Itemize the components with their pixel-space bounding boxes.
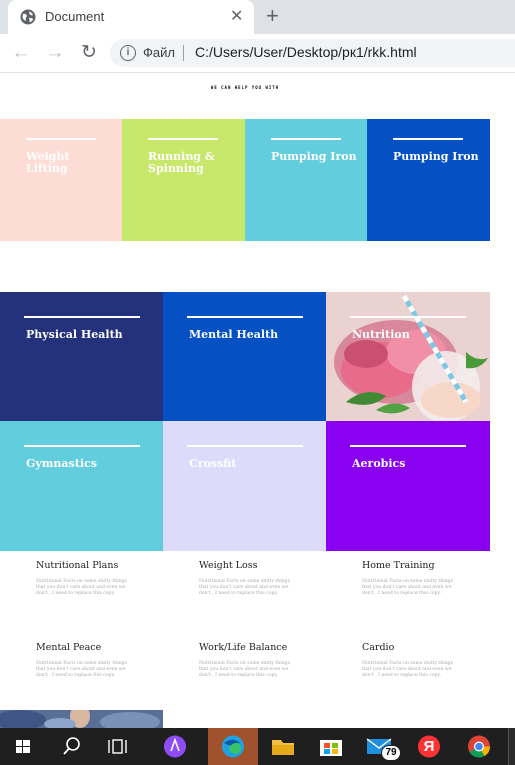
feature-text: Nutritional Facts on some shitty things … — [362, 579, 453, 596]
tile-divider — [393, 138, 463, 140]
grid-tile-physical-health[interactable]: Physical Health — [0, 292, 163, 421]
show-desktop-button[interactable] — [508, 728, 515, 765]
tile-divider — [350, 316, 466, 318]
page-tagline: WE CAN HELP YOU WITH — [210, 85, 280, 90]
address-bar[interactable]: i Файл C:/Users/User/Desktop/рк1/rkk.htm… — [110, 39, 515, 67]
feature-text: Nutritional Facts on some shitty things … — [362, 661, 453, 678]
grid-tile-nutrition[interactable]: Nutrition — [326, 292, 490, 421]
windows-taskbar: 79 Я — [0, 728, 515, 765]
store-icon[interactable] — [308, 728, 354, 765]
nutrition-photo — [326, 292, 490, 421]
address-scheme: Файл — [143, 45, 175, 60]
feature-heading: Mental Peace — [36, 642, 102, 653]
forward-button[interactable]: → — [44, 42, 66, 64]
tab-strip: Document ✕ + — [0, 0, 515, 34]
address-separator — [183, 45, 184, 61]
feature-text: Nutritional Facts on some shitty things … — [36, 661, 127, 678]
tile-label: Pumping Iron — [271, 150, 357, 163]
grid-tile-gymnastics[interactable]: Gymnastics — [0, 421, 163, 551]
new-tab-button[interactable]: + — [266, 5, 279, 27]
yandex-browser-button[interactable]: Я — [406, 728, 452, 765]
grid-tile-mental-health[interactable]: Mental Health — [163, 292, 326, 421]
top-tile-pumping-iron-2[interactable]: Pumping Iron — [367, 119, 490, 241]
chrome-icon[interactable] — [456, 728, 502, 765]
feature-heading: Home Training — [362, 560, 435, 571]
tile-label: Pumping Iron — [393, 150, 479, 163]
tile-divider — [187, 445, 303, 447]
file-explorer-icon[interactable] — [260, 728, 306, 765]
feature-text: Nutritional Facts on some shitty things … — [199, 661, 290, 678]
alice-icon[interactable] — [152, 728, 198, 765]
browser-toolbar: ← → ↻ i Файл C:/Users/User/Desktop/рк1/r… — [0, 34, 515, 73]
tile-divider — [271, 138, 341, 140]
address-url[interactable]: C:/Users/User/Desktop/рк1/rkk.html — [195, 44, 417, 60]
tile-label: Aerobics — [352, 457, 406, 470]
tile-divider — [24, 445, 140, 447]
feature-text: Nutritional Facts on some shitty things … — [36, 579, 127, 596]
back-button[interactable]: ← — [10, 42, 32, 64]
tile-label: Weight Lifting — [26, 150, 70, 175]
edge-icon[interactable] — [208, 728, 258, 765]
windows-start-icon[interactable] — [0, 728, 46, 765]
tab-document[interactable]: Document ✕ — [8, 0, 254, 34]
feature-heading: Nutritional Plans — [36, 560, 119, 571]
feature-heading: Cardio — [362, 642, 395, 653]
tile-divider — [187, 316, 303, 318]
tile-divider — [24, 316, 140, 318]
feature-text: Nutritional Facts on some shitty things … — [199, 579, 290, 596]
mail-button[interactable]: 79 — [356, 728, 402, 765]
bottom-photo — [0, 710, 163, 728]
tile-label: Nutrition — [352, 328, 410, 341]
tile-divider — [26, 138, 96, 140]
tile-divider — [148, 138, 218, 140]
search-icon[interactable] — [48, 728, 94, 765]
mail-badge: 79 — [381, 745, 401, 761]
top-tile-running-spinning[interactable]: Running & Spinning — [122, 119, 245, 241]
tile-label: Mental Health — [189, 328, 279, 341]
tile-divider — [350, 445, 466, 447]
page-content: WE CAN HELP YOU WITH Weight Lifting Runn… — [0, 73, 515, 728]
grid-tile-crossfit[interactable]: Crossfit — [163, 421, 326, 551]
feature-heading: Weight Loss — [199, 560, 258, 571]
grid-tile-aerobics[interactable]: Aerobics — [326, 421, 490, 551]
reload-button[interactable]: ↻ — [78, 42, 100, 64]
globe-icon — [20, 9, 36, 25]
task-view-icon[interactable] — [96, 728, 142, 765]
yandex-glyph: Я — [423, 738, 435, 755]
site-info-icon[interactable]: i — [120, 45, 136, 61]
close-tab-icon[interactable]: ✕ — [230, 7, 243, 27]
top-tile-pumping-iron[interactable]: Pumping Iron — [245, 119, 367, 241]
tile-label: Gymnastics — [26, 457, 97, 470]
feature-heading: Work/Life Balance — [199, 642, 288, 653]
tab-title: Document — [45, 9, 105, 24]
tile-label: Running & Spinning — [148, 150, 215, 175]
top-tile-weight-lifting[interactable]: Weight Lifting — [0, 119, 122, 241]
tile-label: Crossfit — [189, 457, 237, 470]
tile-label: Physical Health — [26, 328, 123, 341]
